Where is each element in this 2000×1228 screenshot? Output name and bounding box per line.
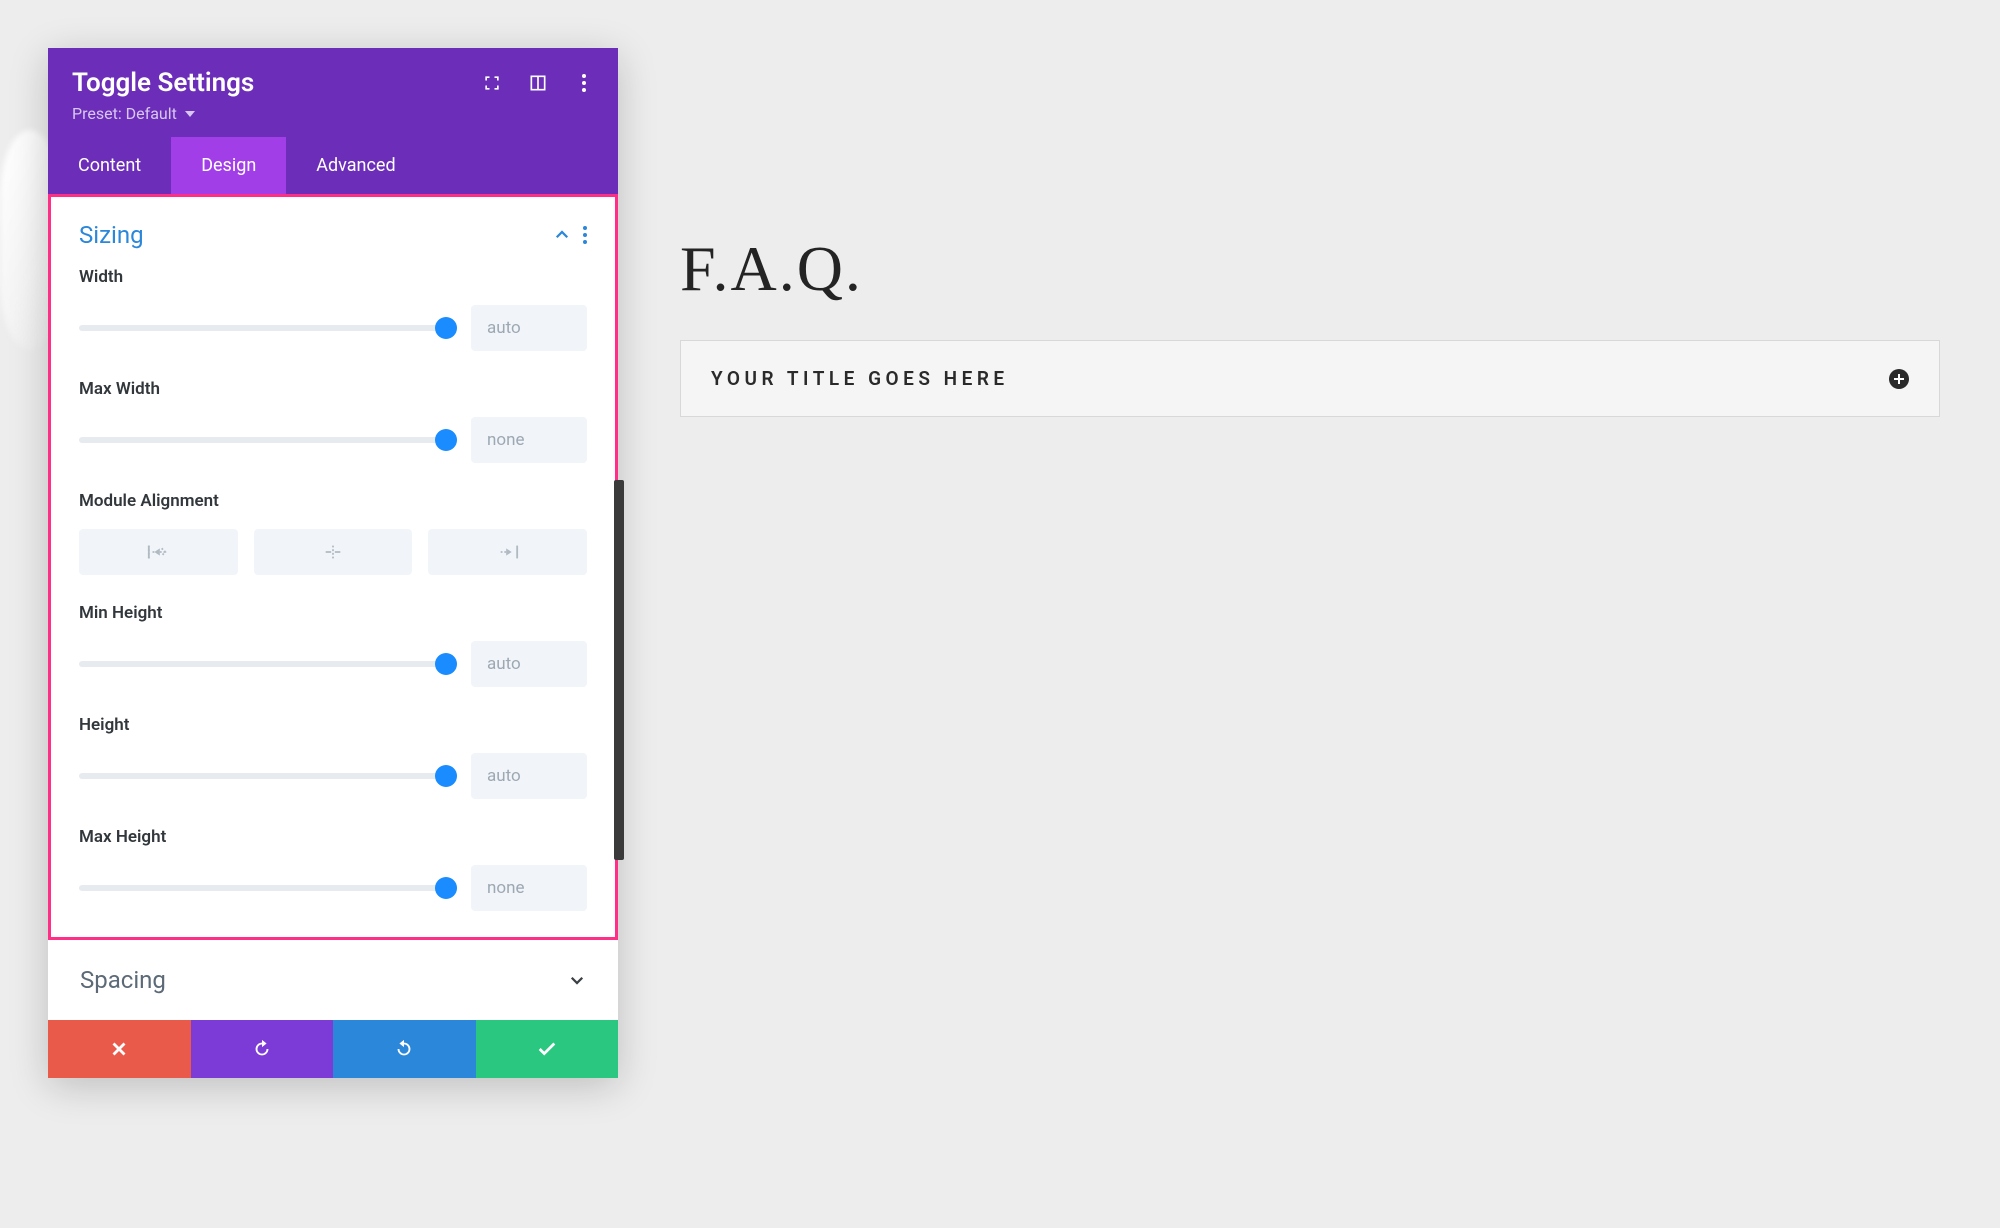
max-width-slider[interactable] bbox=[79, 437, 449, 443]
preview-canvas: F.A.Q. Your Title Goes Here bbox=[680, 232, 1940, 417]
field-height: Height auto bbox=[79, 715, 587, 799]
width-slider[interactable] bbox=[79, 325, 449, 331]
tab-content[interactable]: Content bbox=[48, 137, 171, 194]
section-spacing[interactable]: Spacing bbox=[48, 940, 618, 1020]
align-left-button[interactable] bbox=[79, 529, 238, 575]
section-title-sizing[interactable]: Sizing bbox=[79, 221, 144, 249]
tab-design[interactable]: Design bbox=[171, 137, 286, 194]
faq-heading: F.A.Q. bbox=[680, 232, 1940, 306]
max-height-slider-thumb[interactable] bbox=[435, 877, 457, 899]
toggle-module-title: Your Title Goes Here bbox=[711, 367, 1009, 390]
panel-body: Sizing Width auto Max Width none bbox=[48, 194, 618, 1020]
align-right-button[interactable] bbox=[428, 529, 587, 575]
tab-advanced[interactable]: Advanced bbox=[286, 137, 425, 194]
settings-panel: Toggle Settings Preset: Default Content … bbox=[48, 48, 618, 1078]
max-width-value-input[interactable]: none bbox=[471, 417, 587, 463]
preset-label: Preset: Default bbox=[72, 104, 177, 123]
canvas-scrollbar[interactable] bbox=[614, 480, 624, 860]
field-max-width: Max Width none bbox=[79, 379, 587, 463]
height-slider-thumb[interactable] bbox=[435, 765, 457, 787]
width-slider-thumb[interactable] bbox=[435, 317, 457, 339]
height-label: Height bbox=[79, 715, 587, 735]
undo-button[interactable] bbox=[191, 1020, 334, 1078]
section-sizing: Sizing Width auto Max Width none bbox=[48, 194, 618, 940]
min-height-value-input[interactable]: auto bbox=[471, 641, 587, 687]
min-height-slider[interactable] bbox=[79, 661, 449, 667]
expand-spacing-icon[interactable] bbox=[568, 971, 586, 989]
min-height-label: Min Height bbox=[79, 603, 587, 623]
min-height-slider-thumb[interactable] bbox=[435, 653, 457, 675]
alignment-label: Module Alignment bbox=[79, 491, 587, 511]
expand-icon[interactable] bbox=[482, 73, 502, 93]
field-alignment: Module Alignment bbox=[79, 491, 587, 575]
dropdown-caret-icon bbox=[185, 111, 195, 117]
panel-footer bbox=[48, 1020, 618, 1078]
panel-header: Toggle Settings Preset: Default bbox=[48, 48, 618, 137]
section-title-spacing: Spacing bbox=[80, 966, 166, 994]
panel-header-actions bbox=[482, 73, 594, 93]
collapse-icon[interactable] bbox=[553, 226, 571, 244]
max-height-label: Max Height bbox=[79, 827, 587, 847]
panel-layout-icon[interactable] bbox=[528, 73, 548, 93]
tabs: Content Design Advanced bbox=[48, 137, 618, 194]
align-center-button[interactable] bbox=[254, 529, 413, 575]
panel-title: Toggle Settings bbox=[72, 68, 254, 98]
field-width: Width auto bbox=[79, 267, 587, 351]
max-width-label: Max Width bbox=[79, 379, 587, 399]
width-label: Width bbox=[79, 267, 587, 287]
max-height-value-input[interactable]: none bbox=[471, 865, 587, 911]
field-min-height: Min Height auto bbox=[79, 603, 587, 687]
more-options-icon[interactable] bbox=[574, 73, 594, 93]
section-more-icon[interactable] bbox=[583, 226, 587, 244]
save-button[interactable] bbox=[476, 1020, 619, 1078]
height-value-input[interactable]: auto bbox=[471, 753, 587, 799]
toggle-module[interactable]: Your Title Goes Here bbox=[680, 340, 1940, 417]
redo-button[interactable] bbox=[333, 1020, 476, 1078]
expand-toggle-icon[interactable] bbox=[1889, 369, 1909, 389]
max-width-slider-thumb[interactable] bbox=[435, 429, 457, 451]
max-height-slider[interactable] bbox=[79, 885, 449, 891]
field-max-height: Max Height none bbox=[79, 827, 587, 911]
width-value-input[interactable]: auto bbox=[471, 305, 587, 351]
cancel-button[interactable] bbox=[48, 1020, 191, 1078]
preset-dropdown[interactable]: Preset: Default bbox=[72, 104, 195, 123]
height-slider[interactable] bbox=[79, 773, 449, 779]
